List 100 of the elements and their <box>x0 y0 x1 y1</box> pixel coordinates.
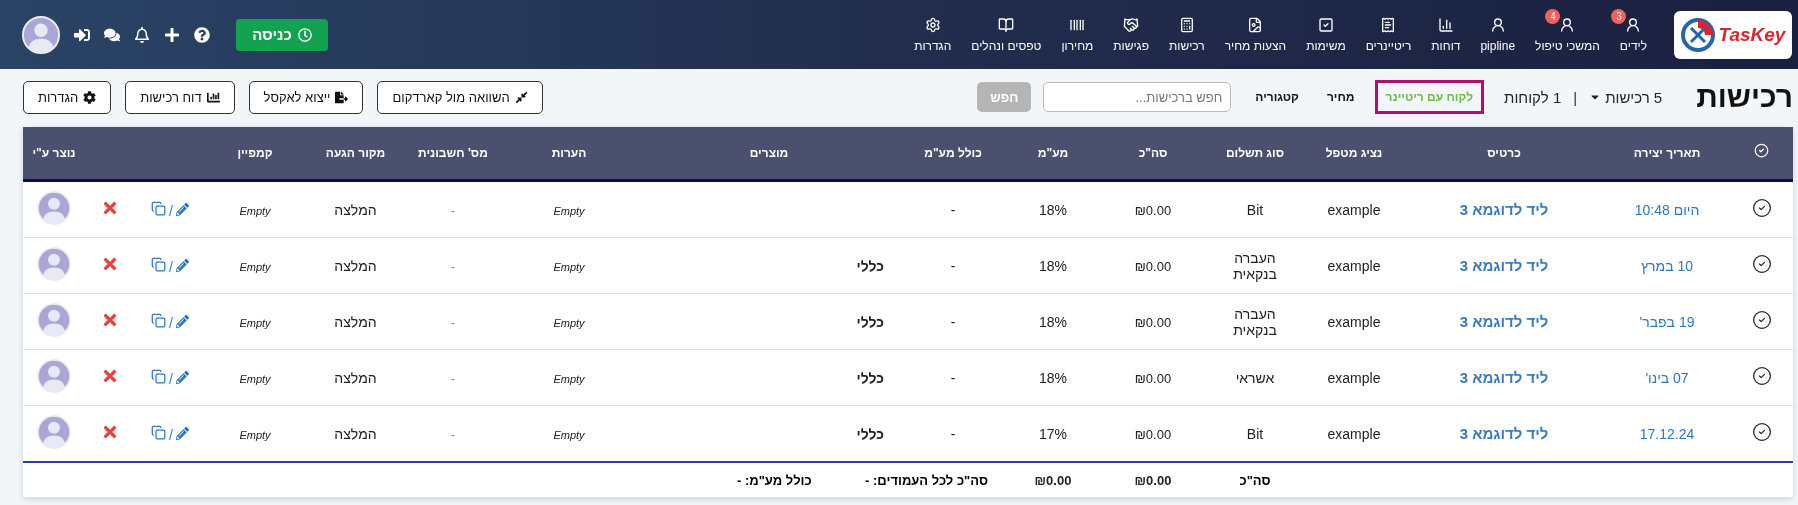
invoice-text: - <box>451 259 455 274</box>
copy-icon[interactable] <box>151 200 167 216</box>
handshake-icon <box>1123 16 1140 33</box>
column-header: מקור הגעה <box>305 127 406 181</box>
date-text: היום 10:48 <box>1634 201 1700 218</box>
vat-total-amount: ₪0.00 <box>1034 472 1072 488</box>
vat-text: 18% <box>1039 257 1067 274</box>
count-badge: 3 <box>1611 8 1627 24</box>
export-icon <box>335 90 349 104</box>
delete-icon[interactable] <box>101 311 119 329</box>
card-link[interactable]: ליד לדוגמא 3 <box>1459 313 1549 330</box>
slash-text: / <box>169 258 173 275</box>
select-icon[interactable] <box>1751 422 1772 442</box>
logo-text: TasKey <box>1718 23 1786 46</box>
delete-icon[interactable] <box>101 367 119 385</box>
document-icon <box>1247 16 1264 33</box>
column-header: כרטיס <box>1404 127 1604 181</box>
nav-item[interactable]: מחירון <box>1054 12 1101 57</box>
column-header: נוצר ע"י <box>23 127 85 181</box>
notes-text: Empty <box>553 372 585 385</box>
invoice-text: - <box>451 203 455 218</box>
vat-text: 18% <box>1039 201 1067 218</box>
nav-item[interactable]: טפסים ונהלים <box>964 12 1049 57</box>
amount-text: ₪0.00 <box>1134 258 1172 274</box>
notes-text: Empty <box>553 260 585 273</box>
card-link[interactable]: ליד לדוגמא 3 <box>1459 425 1549 442</box>
select-icon[interactable] <box>1751 198 1772 218</box>
edit-icon[interactable] <box>175 370 189 384</box>
bell-icon[interactable] <box>134 26 150 43</box>
receipt-icon <box>1380 16 1397 33</box>
filter-button[interactable]: קטגוריה <box>1247 80 1307 114</box>
card-link[interactable]: ליד לדוגמא 3 <box>1459 257 1549 274</box>
incl-vat-total-text: כולל מע"מ: - <box>737 472 812 488</box>
slash-text: / <box>169 314 173 331</box>
toolbar-button[interactable]: הגדרות <box>23 80 112 114</box>
amount-text: ₪0.00 <box>1134 314 1172 330</box>
select-icon[interactable] <box>1751 366 1772 386</box>
edit-icon[interactable] <box>175 202 189 216</box>
copy-icon[interactable] <box>151 256 167 272</box>
column-header: סה"כ <box>1100 127 1206 181</box>
select-all-icon[interactable] <box>1754 143 1769 159</box>
delete-icon[interactable] <box>101 199 119 217</box>
chat-icon[interactable] <box>104 26 120 43</box>
amount-text: ₪0.00 <box>1134 202 1172 218</box>
copy-icon[interactable] <box>151 424 167 440</box>
toolbar-button[interactable]: ייצוא לאקסל <box>248 80 364 114</box>
help-icon[interactable] <box>194 26 210 43</box>
total-label: סה"כ <box>1239 472 1271 488</box>
delete-icon[interactable] <box>101 255 119 273</box>
bar-chart-icon <box>1437 16 1454 33</box>
amount-text: ₪0.00 <box>1134 370 1172 386</box>
nav-item[interactable]: פגישות <box>1106 12 1156 57</box>
toolbar-button[interactable]: השוואה מול קארדקום <box>377 80 543 114</box>
copy-icon[interactable] <box>151 368 167 384</box>
nav-item[interactable]: דוחות <box>1424 12 1468 57</box>
nav-item[interactable]: ריטיינרים <box>1358 12 1419 57</box>
nav-item[interactable]: pipline <box>1473 12 1523 57</box>
card-link[interactable]: ליד לדוגמא 3 <box>1459 201 1549 218</box>
column-header: מע"מ <box>1006 127 1100 181</box>
plus-icon[interactable] <box>164 26 180 43</box>
slash-text: / <box>169 202 173 219</box>
amount-text: ₪0.00 <box>1134 426 1172 442</box>
vat-text: 18% <box>1039 313 1067 330</box>
clients-count: 1 לקוחות <box>1504 88 1562 106</box>
delete-icon[interactable] <box>101 423 119 441</box>
edit-icon[interactable] <box>175 426 189 440</box>
nav-item[interactable]: משימות <box>1299 12 1353 57</box>
purchases-count-dropdown[interactable]: 5 רכישות <box>1589 88 1663 106</box>
date-text: 19 בפבר' <box>1639 313 1695 330</box>
edit-icon[interactable] <box>175 314 189 328</box>
nav-item[interactable]: הצעות מחיר <box>1217 12 1294 57</box>
sign-in-icon[interactable] <box>74 26 90 43</box>
vat-text: 18% <box>1039 369 1067 386</box>
nav-item[interactable]: הגדרות <box>907 12 959 57</box>
book-icon <box>998 16 1015 33</box>
logo[interactable]: TasKey <box>1674 10 1792 59</box>
campaign-text: Empty <box>239 260 271 273</box>
bar-chart-icon <box>206 90 220 104</box>
copy-icon[interactable] <box>151 312 167 328</box>
slash-text: / <box>169 426 173 443</box>
date-text: 17.12.24 <box>1639 425 1695 442</box>
source-text: המלצה <box>334 313 377 330</box>
person-icon <box>1559 16 1576 33</box>
toolbar-button[interactable]: דוח רכישות <box>125 80 235 114</box>
notes-text: Empty <box>553 316 585 329</box>
card-link[interactable]: ליד לדוגמא 3 <box>1459 369 1549 386</box>
select-icon[interactable] <box>1751 254 1772 274</box>
edit-icon[interactable] <box>175 258 189 272</box>
date-text: 10 במרץ <box>1641 257 1693 274</box>
slash-text: / <box>169 370 173 387</box>
source-text: המלצה <box>334 369 377 386</box>
rep-text: example <box>1327 201 1381 218</box>
nav-item[interactable]: רכישות <box>1162 12 1212 57</box>
payment-text: Bit <box>1246 425 1264 442</box>
campaign-text: Empty <box>239 428 271 441</box>
select-icon[interactable] <box>1751 310 1772 330</box>
payment-text: העברה בנקאית <box>1233 249 1277 282</box>
filter-button[interactable]: מחיר <box>1318 80 1363 114</box>
search-field[interactable]: חפש ברכישות... <box>1043 82 1232 112</box>
clock-icon <box>297 27 312 42</box>
